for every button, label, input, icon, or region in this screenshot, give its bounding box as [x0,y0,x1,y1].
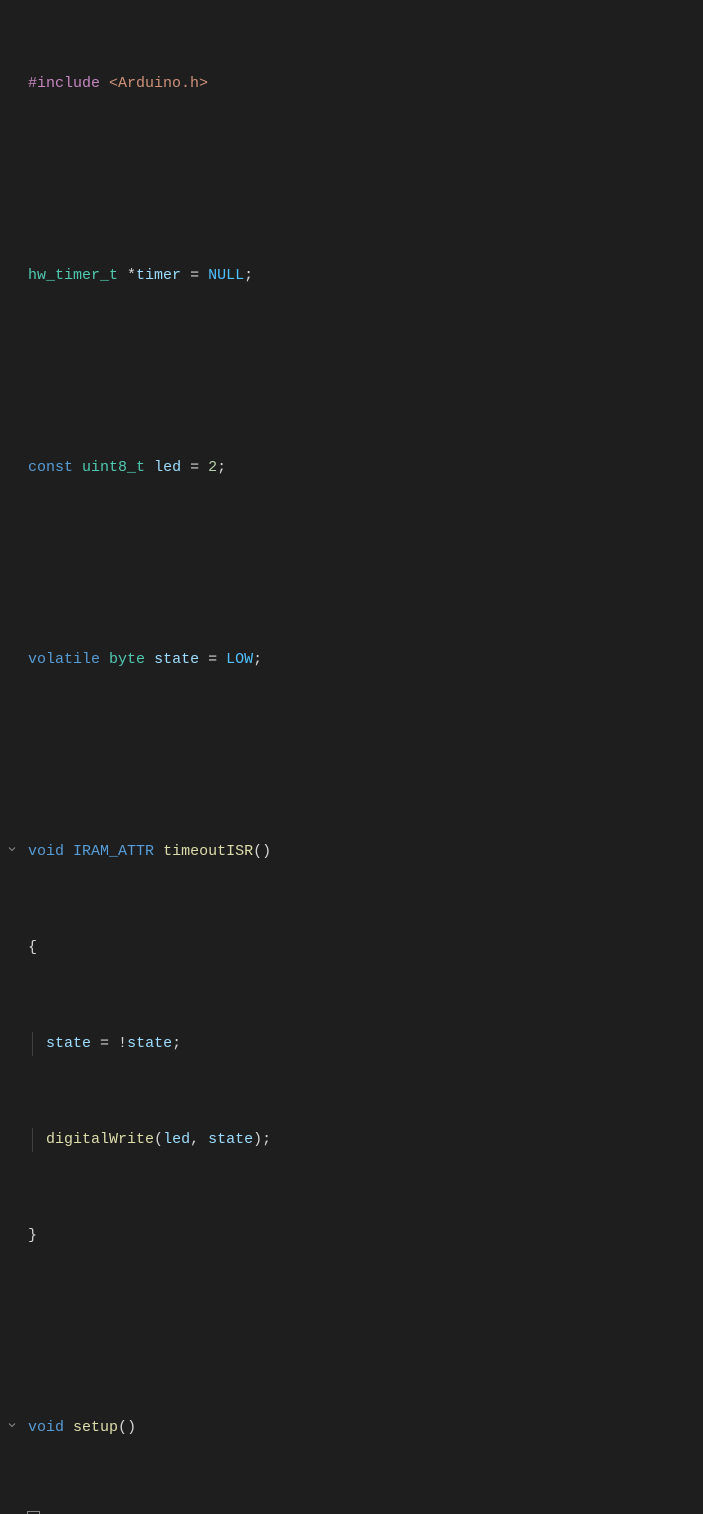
macro-token: IRAM_ATTR [73,843,154,860]
pn-token: } [28,1227,37,1244]
var-token: led [163,1131,190,1148]
code-line[interactable]: volatile byte state = LOW; [28,648,703,672]
chevron-down-icon[interactable] [6,840,18,852]
func-token: setup [73,1419,118,1436]
pn-token: ; [253,651,262,668]
code-line[interactable]: digitalWrite(led, state); [28,1128,703,1152]
code-line[interactable]: hw_timer_t *timer = NULL; [28,264,703,288]
indent-guide [32,1128,33,1152]
bracket-match: { [28,1512,39,1514]
code-line[interactable]: void setup() [28,1416,703,1440]
const-token: NULL [208,267,244,284]
pn-token: , [190,1131,208,1148]
code-line[interactable]: { [28,1512,703,1514]
var-token: state [154,651,199,668]
op-token: = [181,459,208,476]
keyword-token: volatile [28,651,100,668]
pn-token: ( [118,1419,127,1436]
code-line[interactable]: #include <Arduino.h> [28,72,703,96]
directive-token: #include [28,75,100,92]
code-line[interactable]: state = !state; [28,1032,703,1056]
pn-token: { [28,939,37,956]
pn-token: ; [217,459,226,476]
keyword-token: void [28,843,64,860]
pn-token: ) [253,1131,262,1148]
func-token: timeoutISR [163,843,253,860]
code-line[interactable] [28,1320,703,1344]
var-token: state [208,1131,253,1148]
code-line[interactable] [28,552,703,576]
pn-token: ( [253,843,262,860]
op-token: * [127,267,136,284]
op-token: ! [118,1035,127,1052]
indent-guide [32,1032,33,1056]
op-token: = [181,267,208,284]
code-line[interactable]: void IRAM_ATTR timeoutISR() [28,840,703,864]
code-line[interactable] [28,360,703,384]
keyword-token: const [28,459,73,476]
num-token: 2 [208,459,217,476]
code-line[interactable] [28,168,703,192]
var-token: led [154,459,181,476]
pn-token: ( [154,1131,163,1148]
pn-token: ) [127,1419,136,1436]
var-token: timer [136,267,181,284]
code-line[interactable]: } [28,1224,703,1248]
header-token: <Arduino.h> [109,75,208,92]
code-line[interactable] [28,744,703,768]
code-line[interactable]: const uint8_t led = 2; [28,456,703,480]
op-token: = [199,651,226,668]
var-token: state [127,1035,172,1052]
code-line[interactable]: { [28,936,703,960]
op-token: = [91,1035,118,1052]
const-token: LOW [226,651,253,668]
code-editor[interactable]: #include <Arduino.h> hw_timer_t *timer =… [0,0,703,1514]
pn-token: ) [262,843,271,860]
type-token: byte [109,651,145,668]
type-token: hw_timer_t [28,267,118,284]
var-token: state [46,1035,91,1052]
keyword-token: void [28,1419,64,1436]
chevron-down-icon[interactable] [6,1416,18,1428]
pn-token: ; [172,1035,181,1052]
func-token: digitalWrite [46,1131,154,1148]
pn-token: ; [262,1131,271,1148]
pn-token: ; [244,267,253,284]
type-token: uint8_t [82,459,145,476]
